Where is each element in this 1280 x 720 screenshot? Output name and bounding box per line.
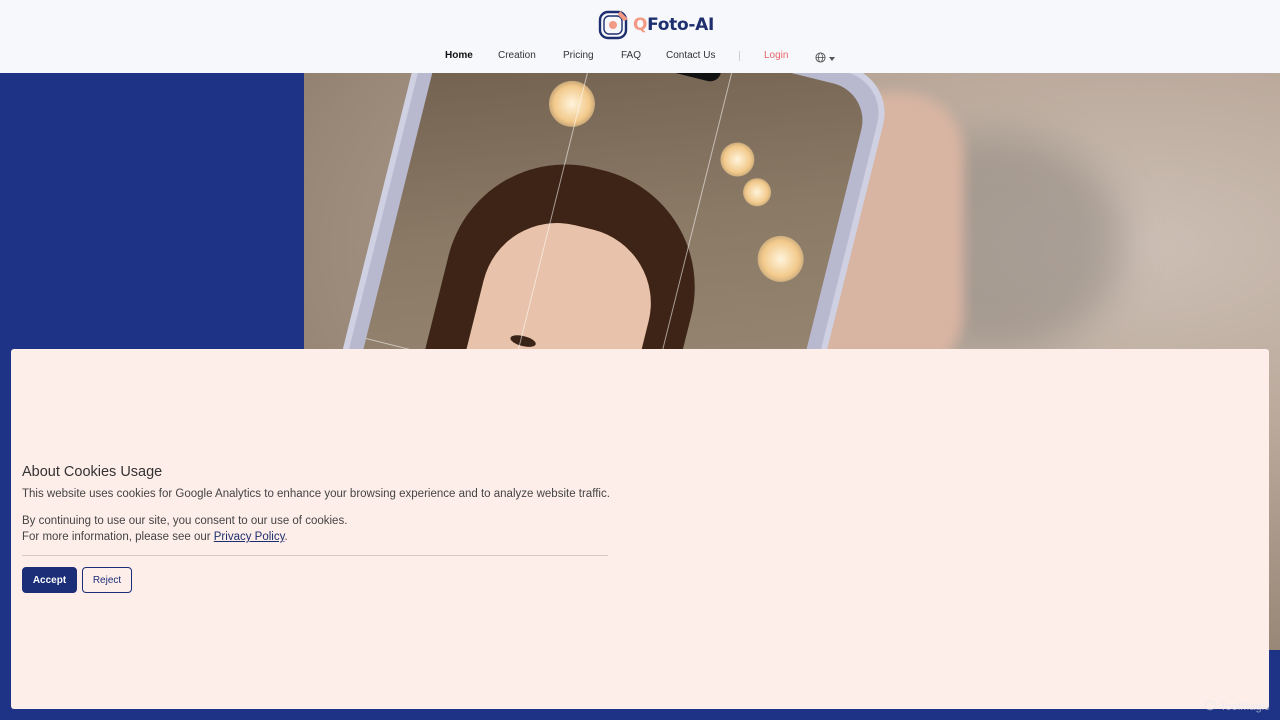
nav-item-contact[interactable]: Contact Us — [666, 49, 715, 63]
cookie-divider — [22, 555, 608, 556]
watermark-logo-icon — [1204, 699, 1216, 714]
cookie-more-info: For more information, please see our Pri… — [22, 531, 288, 543]
brand-logo[interactable]: QFoto-AI — [598, 9, 714, 41]
globe-icon — [815, 50, 826, 68]
accept-button[interactable]: Accept — [22, 567, 77, 593]
login-link[interactable]: Login — [764, 49, 788, 63]
watermark-text: ToolMagic — [1220, 700, 1270, 713]
main-nav: Home Creation Pricing FAQ Contact Us Log… — [0, 49, 1280, 65]
brand-name: QFoto-AI — [633, 15, 715, 35]
cookie-banner: About Cookies Usage This website uses co… — [11, 349, 1269, 709]
cookie-description: This website uses cookies for Google Ana… — [22, 488, 610, 500]
watermark: ToolMagic — [1204, 699, 1270, 714]
site-header: QFoto-AI Home Creation Pricing FAQ Conta… — [0, 0, 1280, 73]
chevron-down-icon — [829, 57, 835, 61]
language-selector[interactable] — [815, 50, 835, 68]
camera-logo-icon — [598, 9, 630, 41]
nav-item-home[interactable]: Home — [445, 49, 473, 63]
nav-item-pricing[interactable]: Pricing — [563, 49, 594, 63]
nav-divider — [739, 51, 740, 61]
nav-item-creation[interactable]: Creation — [498, 49, 536, 63]
reject-button[interactable]: Reject — [82, 567, 132, 593]
cookie-title: About Cookies Usage — [22, 464, 163, 480]
nav-item-faq[interactable]: FAQ — [621, 49, 641, 63]
privacy-policy-link[interactable]: Privacy Policy — [214, 531, 285, 543]
cookie-consent-text: By continuing to use our site, you conse… — [22, 515, 348, 527]
